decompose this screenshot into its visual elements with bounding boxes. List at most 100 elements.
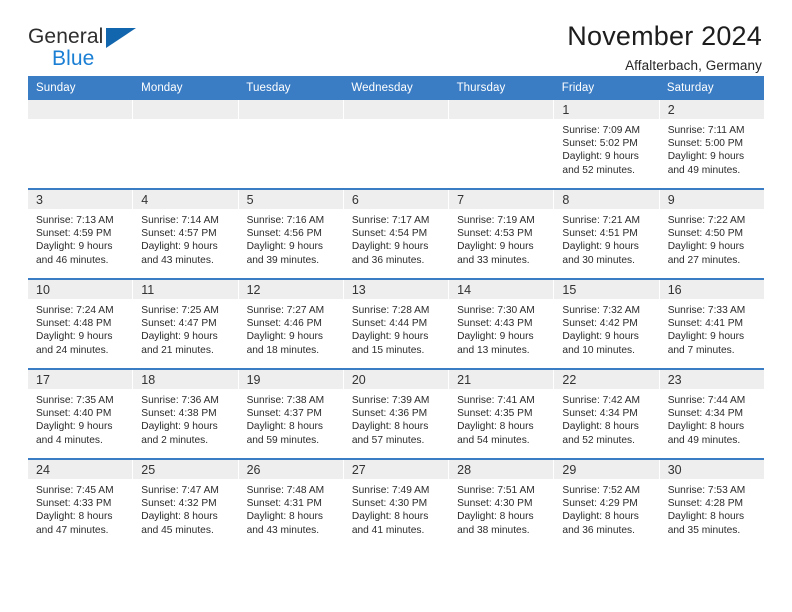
daylight-text-line1: Daylight: 9 hours (667, 151, 745, 163)
day-cell[interactable]: 20 Sunrise: 7:39 AM Sunset: 4:36 PM Dayligh… (343, 370, 449, 458)
day-cell[interactable]: 25 Sunrise: 7:47 AM Sunset: 4:32 PM Dayligh… (133, 460, 238, 548)
daylight-text-line1: Daylight: 9 hours (141, 421, 218, 433)
day-number-band: 29 (554, 460, 659, 479)
day-cell[interactable]: 21 Sunrise: 7:41 AM Sunset: 4:35 PM Dayligh… (449, 370, 554, 458)
day-details: Sunrise: 7:41 AM Sunset: 4:35 PM Daylight:… (449, 389, 553, 447)
day-cell[interactable]: 29 Sunrise: 7:52 AM Sunset: 4:29 PM Dayligh… (554, 460, 659, 548)
sunrise-text: Sunrise: 7:24 AM (36, 305, 114, 316)
day-number-band: 12 (238, 280, 343, 299)
day-cell[interactable]: 2 Sunrise: 7:11 AM Sunset: 5:00 PM Daylight… (659, 100, 764, 188)
day-cell[interactable]: 30 Sunrise: 7:53 AM Sunset: 4:28 PM Dayligh… (659, 460, 764, 548)
sunrise-text: Sunrise: 7:39 AM (351, 395, 430, 406)
day-number-band: 3 (28, 190, 133, 209)
day-number: 7 (457, 193, 465, 207)
sunset-text: Sunset: 4:41 PM (667, 318, 744, 330)
sunrise-text: Sunrise: 7:33 AM (667, 305, 746, 316)
day-number: 10 (36, 283, 50, 297)
day-cell[interactable]: 19 Sunrise: 7:38 AM Sunset: 4:37 PM Dayligh… (238, 370, 343, 458)
day-cell[interactable]: 28 Sunrise: 7:51 AM Sunset: 4:30 PM Dayligh… (449, 460, 554, 548)
day-number-band (133, 100, 238, 119)
day-details: Sunrise: 7:17 AM Sunset: 4:54 PM Daylight:… (344, 209, 448, 267)
weekday-header-saturday: Saturday (666, 82, 714, 94)
day-cell[interactable]: 22 Sunrise: 7:42 AM Sunset: 4:34 PM Dayligh… (554, 370, 659, 458)
day-details: Sunrise: 7:35 AM Sunset: 4:40 PM Daylight:… (28, 389, 132, 447)
day-cell[interactable]: 1 Sunrise: 7:09 AM Sunset: 5:02 PM Daylight… (554, 100, 659, 188)
title-block: November 2024 Affalterbach, Germany (567, 21, 764, 74)
day-details: Sunrise: 7:11 AM Sunset: 5:00 PM Daylight:… (660, 119, 764, 177)
page-title: November 2024 (567, 21, 762, 51)
day-number-band (343, 100, 449, 119)
calendar-weeks: 1 Sunrise: 7:09 AM Sunset: 5:02 PM Daylight… (28, 100, 764, 548)
daylight-text-line1: Daylight: 9 hours (562, 331, 639, 343)
daylight-text-line2: and 18 minutes. (246, 344, 320, 356)
day-cell[interactable]: 3 Sunrise: 7:13 AM Sunset: 4:59 PM Daylight… (28, 190, 133, 278)
daylight-text-line2: and 27 minutes. (667, 254, 741, 266)
day-cell[interactable]: 18 Sunrise: 7:36 AM Sunset: 4:38 PM Dayligh… (133, 370, 238, 458)
day-cell[interactable]: 7 Sunrise: 7:19 AM Sunset: 4:53 PM Daylight… (449, 190, 554, 278)
sunset-text: Sunset: 4:46 PM (246, 318, 322, 330)
day-cell[interactable]: 6 Sunrise: 7:17 AM Sunset: 4:54 PM Daylight… (343, 190, 449, 278)
day-cell[interactable]: 13 Sunrise: 7:28 AM Sunset: 4:44 PM Dayligh… (343, 280, 449, 368)
daylight-text-line2: and 49 minutes. (667, 164, 741, 176)
day-cell[interactable]: 27 Sunrise: 7:49 AM Sunset: 4:30 PM Dayligh… (343, 460, 449, 548)
day-cell[interactable]: 15 Sunrise: 7:32 AM Sunset: 4:42 PM Dayligh… (554, 280, 659, 368)
day-cell[interactable]: 23 Sunrise: 7:44 AM Sunset: 4:34 PM Dayligh… (659, 370, 764, 458)
day-cell[interactable]: 26 Sunrise: 7:48 AM Sunset: 4:31 PM Dayligh… (238, 460, 343, 548)
day-cell[interactable]: 17 Sunrise: 7:35 AM Sunset: 4:40 PM Dayligh… (28, 370, 133, 458)
day-details: Sunrise: 7:27 AM Sunset: 4:46 PM Daylight:… (239, 299, 343, 357)
daylight-text-line1: Daylight: 8 hours (457, 511, 534, 523)
day-details: Sunrise: 7:09 AM Sunset: 5:02 PM Daylight:… (554, 119, 658, 177)
day-cell[interactable]: 4 Sunrise: 7:14 AM Sunset: 4:57 PM Daylight… (133, 190, 238, 278)
day-cell[interactable]: 9 Sunrise: 7:22 AM Sunset: 4:50 PM Daylight… (659, 190, 764, 278)
day-number-band: 5 (238, 190, 343, 209)
daylight-text-line2: and 59 minutes. (246, 434, 320, 446)
day-details: Sunrise: 7:53 AM Sunset: 4:28 PM Daylight:… (660, 479, 764, 537)
day-cell[interactable]: 12 Sunrise: 7:27 AM Sunset: 4:46 PM Dayligh… (238, 280, 343, 368)
day-cell[interactable]: 11 Sunrise: 7:25 AM Sunset: 4:47 PM Dayligh… (133, 280, 238, 368)
page-header: General Blue November 2024 Affalterbach,… (28, 0, 764, 74)
sunrise-text: Sunrise: 7:25 AM (141, 305, 219, 316)
calendar-page: General Blue November 2024 Affalterbach,… (0, 0, 792, 612)
daylight-text-line2: and 57 minutes. (351, 434, 425, 446)
day-number: 3 (36, 193, 43, 207)
day-number: 14 (457, 283, 472, 297)
daylight-text-line1: Daylight: 8 hours (457, 421, 534, 433)
sunset-text: Sunset: 4:51 PM (562, 228, 638, 240)
day-number-band: 10 (28, 280, 133, 299)
day-number: 5 (246, 193, 254, 207)
weekday-header-friday: Friday (561, 82, 595, 94)
day-cell[interactable]: 14 Sunrise: 7:30 AM Sunset: 4:43 PM Dayligh… (449, 280, 554, 368)
daylight-text-line1: Daylight: 9 hours (351, 241, 429, 253)
daylight-text-line1: Daylight: 8 hours (351, 511, 429, 523)
sunset-text: Sunset: 4:35 PM (457, 408, 533, 420)
weekday-header-tuesday: Tuesday (246, 82, 291, 94)
day-details: Sunrise: 7:25 AM Sunset: 4:47 PM Daylight:… (133, 299, 237, 357)
sunset-text: Sunset: 4:37 PM (246, 408, 322, 420)
daylight-text-line2: and 24 minutes. (36, 344, 109, 356)
day-details: Sunrise: 7:16 AM Sunset: 4:56 PM Daylight:… (239, 209, 343, 267)
sunset-text: Sunset: 4:32 PM (141, 498, 217, 510)
brand-logo[interactable]: General Blue (28, 22, 160, 69)
sunrise-text: Sunrise: 7:17 AM (351, 215, 430, 226)
day-cell[interactable]: 10 Sunrise: 7:24 AM Sunset: 4:48 PM Dayligh… (28, 280, 133, 368)
daylight-text-line2: and 36 minutes. (351, 254, 425, 266)
day-number: 23 (667, 373, 682, 387)
daylight-text-line1: Daylight: 8 hours (351, 421, 429, 433)
day-cell-empty (343, 100, 449, 188)
sunrise-text: Sunrise: 7:22 AM (667, 215, 746, 226)
day-cell[interactable]: 16 Sunrise: 7:33 AM Sunset: 4:41 PM Dayligh… (659, 280, 764, 368)
calendar-week-row: 3 Sunrise: 7:13 AM Sunset: 4:59 PM Daylight… (28, 188, 764, 278)
day-number-band: 11 (133, 280, 238, 299)
daylight-text-line1: Daylight: 9 hours (667, 241, 745, 253)
day-cell[interactable]: 8 Sunrise: 7:21 AM Sunset: 4:51 PM Daylight… (554, 190, 659, 278)
day-cell[interactable]: 5 Sunrise: 7:16 AM Sunset: 4:56 PM Daylight… (238, 190, 343, 278)
day-cell[interactable]: 24 Sunrise: 7:45 AM Sunset: 4:33 PM Dayligh… (28, 460, 133, 548)
sunset-text: Sunset: 5:00 PM (667, 138, 744, 150)
weekday-header-row: Sunday Monday Tuesday Wednesday Thursday Frid… (28, 76, 764, 100)
day-number: 9 (667, 193, 675, 207)
daylight-text-line2: and 10 minutes. (562, 344, 635, 356)
day-number-band: 19 (238, 370, 343, 389)
daylight-text-line1: Daylight: 9 hours (36, 331, 113, 343)
weekday-header-sunday: Sunday (36, 82, 76, 94)
day-details: Sunrise: 7:22 AM Sunset: 4:50 PM Daylight:… (660, 209, 764, 267)
